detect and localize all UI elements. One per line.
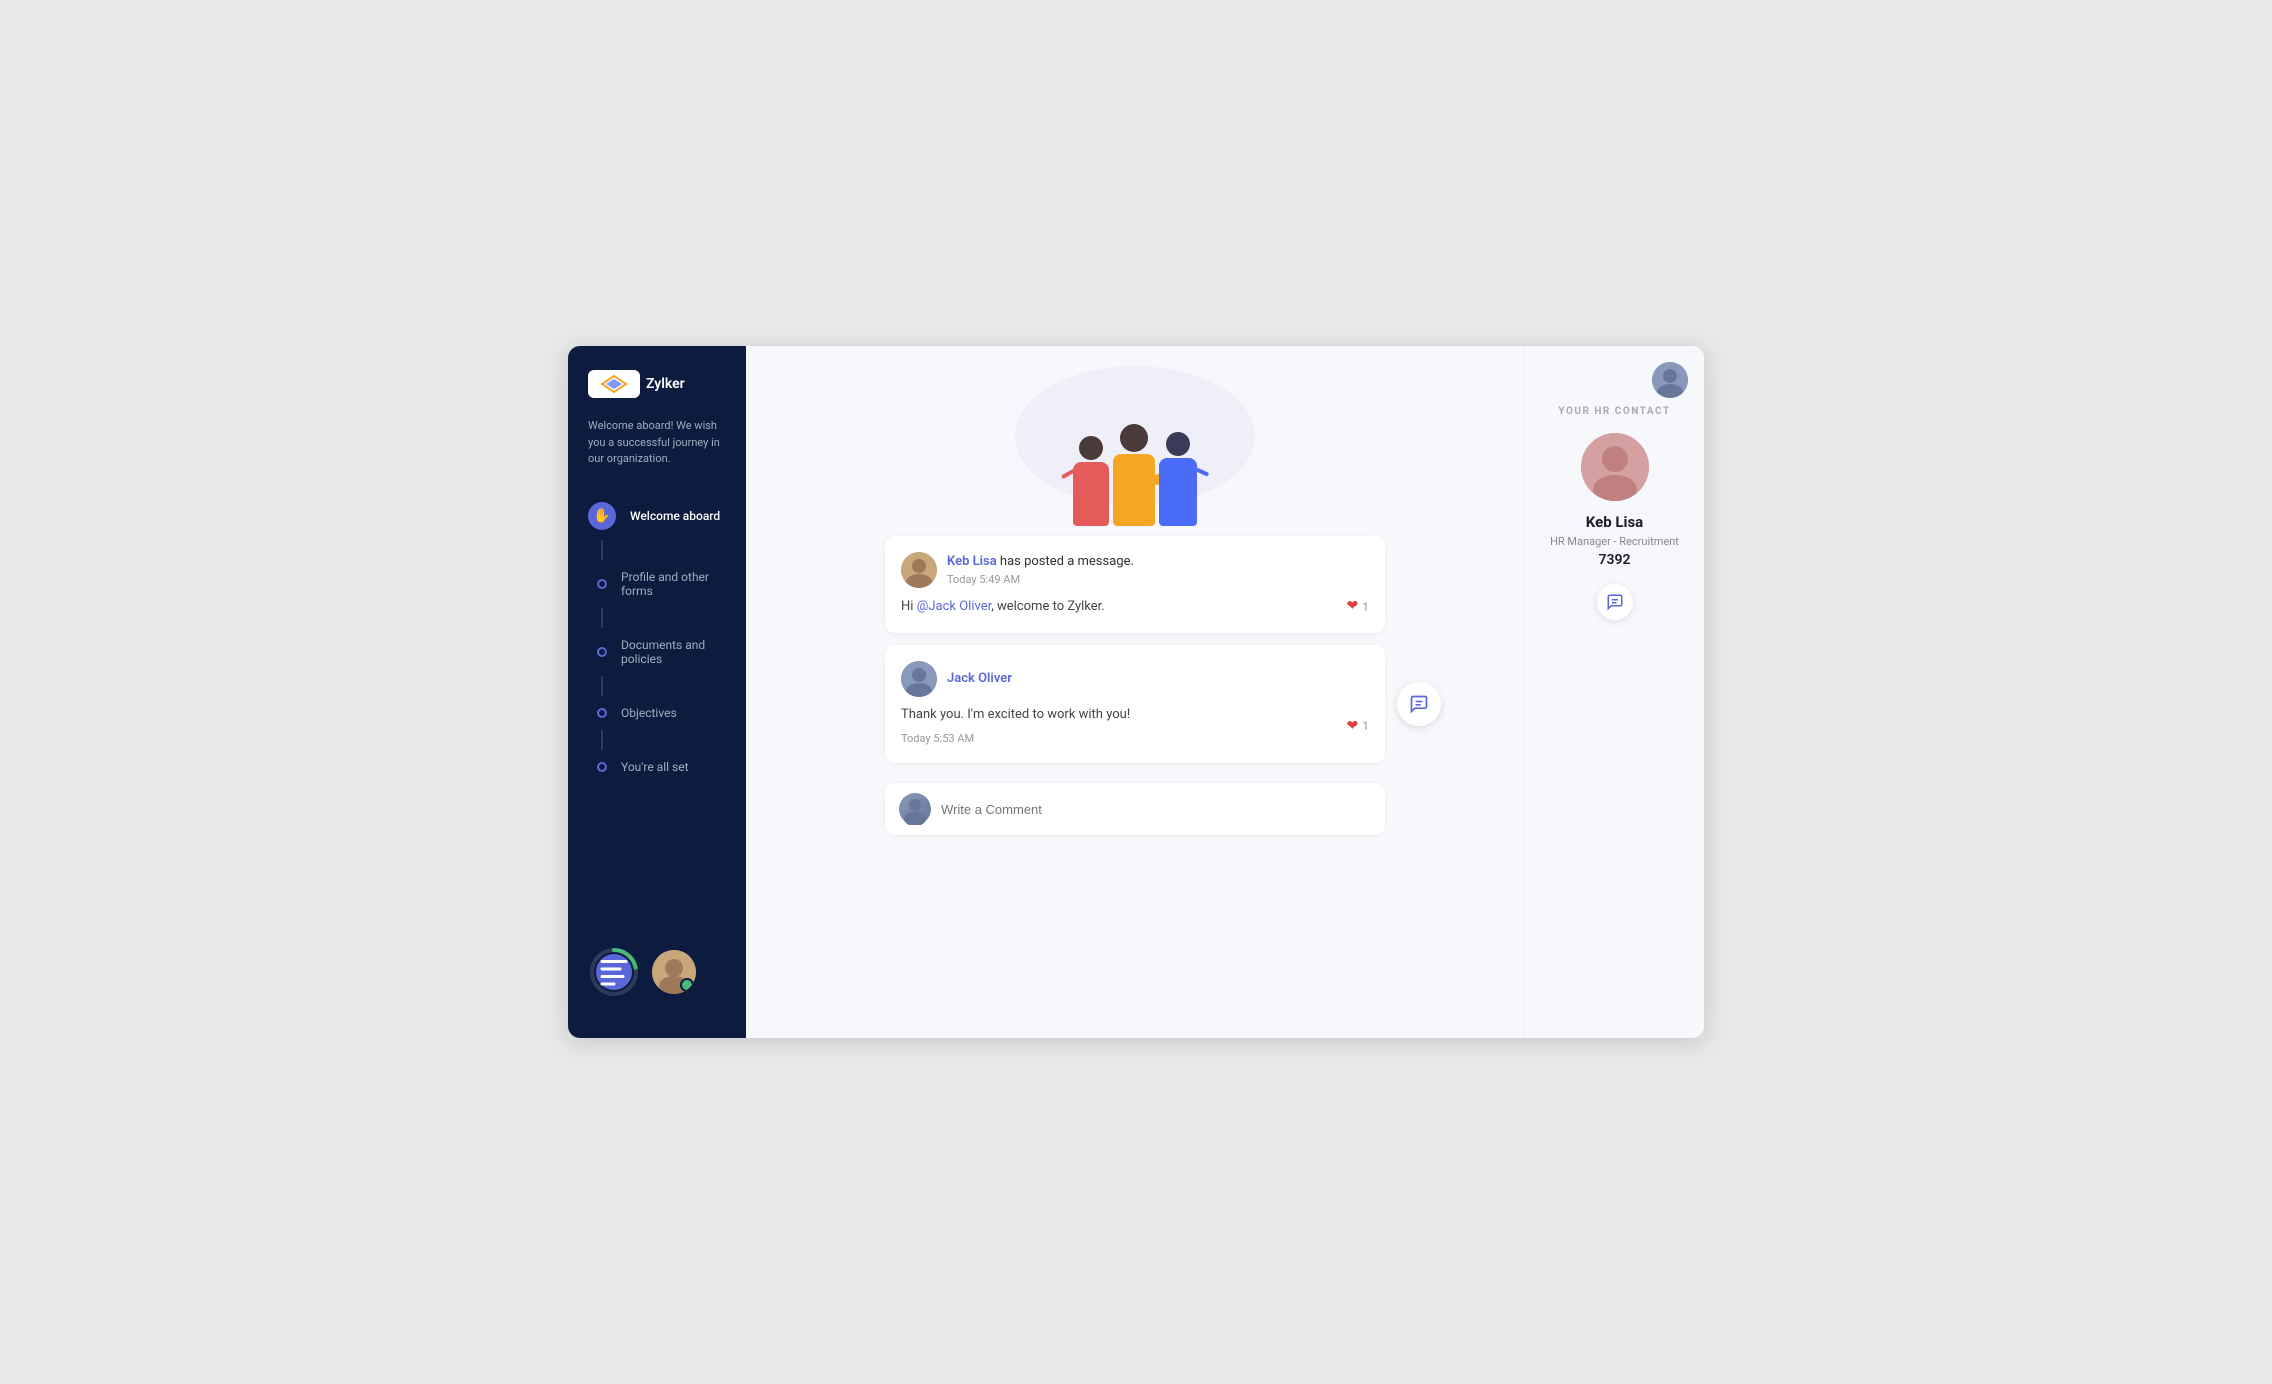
msg-like-1[interactable]: ❤ 1	[1347, 596, 1369, 617]
figure-right	[1159, 432, 1197, 526]
nav-dot-4	[597, 708, 607, 718]
msg-time-1: Today 5:49 AM	[947, 573, 1369, 586]
heart-icon-1: ❤	[1347, 596, 1359, 617]
progress-icon	[596, 954, 632, 990]
msg-title-1: Keb Lisa has posted a message.	[947, 554, 1369, 571]
hr-avatar	[1581, 433, 1649, 501]
sidebar-item-label: Welcome aboard	[630, 509, 720, 523]
heart-icon-2: ❤	[1347, 716, 1359, 737]
nav-dot-3	[597, 647, 607, 657]
main-inner: Keb Lisa has posted a message. Today 5:4…	[746, 346, 1524, 1038]
avatar-keb	[901, 552, 937, 588]
illus-figures	[1073, 424, 1197, 526]
hr-section-label: YOUR HR CONTACT	[1558, 406, 1670, 417]
sidebar-item-label: Profile and other forms	[621, 570, 726, 598]
nav-connector-1	[601, 540, 603, 560]
hand-icon: ✋	[588, 502, 616, 530]
right-panel: YOUR HR CONTACT Keb Lisa HR Manager - Re…	[1524, 346, 1704, 1038]
welcome-illustration	[995, 366, 1275, 526]
hr-extension: 7392	[1599, 552, 1631, 568]
comment-avatar	[899, 793, 931, 825]
app-name: Zylker	[646, 376, 685, 392]
nav-connector-4	[601, 730, 603, 750]
sidebar-item-documents[interactable]: Documents and policies	[568, 628, 746, 676]
main-content: Keb Lisa has posted a message. Today 5:4…	[746, 346, 1524, 1038]
sidebar-item-welcome[interactable]: ✋ Welcome aboard	[568, 492, 746, 540]
message-card-1: Keb Lisa has posted a message. Today 5:4…	[885, 536, 1385, 633]
message-header-2: Jack Oliver	[901, 661, 1369, 697]
message-card-2: Jack Oliver Thank you. I'm excited to wo…	[885, 645, 1385, 763]
hr-title: HR Manager - Recruitment	[1550, 535, 1679, 548]
progress-circle	[588, 946, 640, 998]
nav-connector-3	[601, 676, 603, 696]
sidebar-nav: ✋ Welcome aboard Profile and other forms…	[568, 492, 746, 931]
like-count-1: 1	[1362, 598, 1369, 616]
sidebar-item-label: Documents and policies	[621, 638, 726, 666]
msg-text-1: Hi @Jack Oliver, welcome to Zylker.	[901, 597, 1105, 617]
sidebar-logo: Zylker	[568, 370, 746, 418]
comment-area	[885, 783, 1385, 835]
message-header-1: Keb Lisa has posted a message. Today 5:4…	[901, 552, 1369, 588]
comment-input[interactable]	[941, 802, 1371, 817]
msg-action-1: has posted a message.	[1000, 554, 1134, 569]
sidebar-bottom	[568, 930, 746, 1014]
hr-name: Keb Lisa	[1586, 513, 1643, 531]
msg-main-text: Thank you. I'm excited to work with you!	[901, 705, 1130, 725]
sidebar-item-objectives[interactable]: Objectives	[568, 696, 746, 730]
nav-connector-2	[601, 608, 603, 628]
msg-body-1: Hi @Jack Oliver, welcome to Zylker. ❤ 1	[901, 596, 1369, 617]
app-container: Zylker Welcome aboard! We wish you a suc…	[568, 346, 1704, 1038]
sidebar-item-done[interactable]: You're all set	[568, 750, 746, 784]
msg-author-2: Jack Oliver	[947, 671, 1369, 688]
msg-time-2: Today 5:53 AM	[901, 731, 1130, 748]
user-avatar-bottom[interactable]	[652, 950, 696, 994]
logo-box	[588, 370, 640, 398]
msg-meta-1: Keb Lisa has posted a message. Today 5:4…	[947, 554, 1369, 586]
like-count-2: 1	[1362, 717, 1369, 735]
sidebar-item-label: You're all set	[621, 760, 689, 774]
msg-text-2: Thank you. I'm excited to work with you!…	[901, 705, 1130, 747]
figure-left	[1073, 436, 1109, 526]
msg-like-2[interactable]: ❤ 1	[1347, 716, 1369, 737]
figure-mid	[1113, 424, 1155, 526]
chat-float-button[interactable]	[1397, 682, 1441, 726]
sidebar-item-profile[interactable]: Profile and other forms	[568, 560, 746, 608]
sidebar: Zylker Welcome aboard! We wish you a suc…	[568, 346, 746, 1038]
messages-container: Keb Lisa has posted a message. Today 5:4…	[885, 536, 1385, 835]
msg-body-2: Thank you. I'm excited to work with you!…	[901, 705, 1369, 747]
nav-dot-2	[597, 579, 607, 589]
sidebar-tagline: Welcome aboard! We wish you a successful…	[568, 418, 746, 492]
hr-chat-button[interactable]	[1597, 584, 1633, 620]
msg-meta-2: Jack Oliver	[947, 671, 1369, 688]
avatar-jack	[901, 661, 937, 697]
msg-author-1: Keb Lisa	[947, 554, 997, 569]
message-2-wrapper: Jack Oliver Thank you. I'm excited to wo…	[885, 645, 1385, 763]
mention-link: @Jack Oliver	[917, 599, 992, 614]
top-right-user-avatar[interactable]	[1652, 362, 1688, 398]
nav-dot-5	[597, 762, 607, 772]
sidebar-item-label: Objectives	[621, 706, 677, 720]
